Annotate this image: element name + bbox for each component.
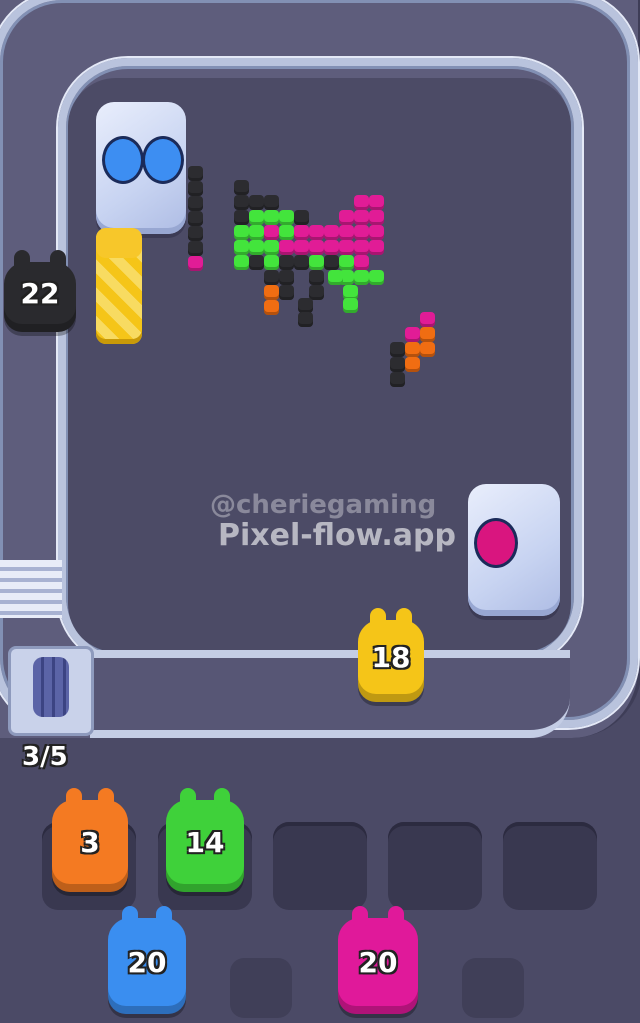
pixel-block [324, 225, 339, 240]
pixel-block [264, 195, 279, 210]
shooter-ear [66, 788, 82, 808]
pixel-block [309, 255, 324, 270]
pixel-block [390, 342, 405, 357]
pixel-block [354, 255, 369, 270]
slot-shooter-count: 3 [80, 826, 100, 860]
queue-shooter-magenta[interactable]: 20 [338, 906, 418, 1014]
shooter-ear [214, 788, 230, 808]
pixel-block [249, 225, 264, 240]
queue-shooter-blue[interactable]: 20 [108, 906, 186, 1014]
pixel-block [328, 270, 343, 285]
pixel-block [294, 240, 309, 255]
slot-shooter-count: 14 [185, 826, 225, 860]
pixel-block [249, 195, 264, 210]
shooter-ear [98, 788, 114, 808]
pixel-block [249, 255, 264, 270]
pixel-block [188, 256, 203, 271]
slot-5[interactable] [503, 822, 597, 910]
pixel-block [354, 270, 369, 285]
pixel-block [339, 210, 354, 225]
pixel-block [354, 210, 369, 225]
pixel-block [294, 255, 309, 270]
pixel-block [188, 211, 203, 226]
queue-counter: 3/5 [22, 742, 68, 772]
pixel-block [264, 270, 279, 285]
queue-shooter-count: 20 [127, 946, 167, 980]
pixel-block [324, 255, 339, 270]
pixel-block [264, 255, 279, 270]
pixel-block [279, 270, 294, 285]
pixel-block [309, 240, 324, 255]
pixel-block [298, 298, 313, 313]
pixel-block [234, 225, 249, 240]
pixel-block [390, 357, 405, 372]
pixel-block [339, 255, 354, 270]
pixel-block [369, 270, 384, 285]
pixel-block [188, 181, 203, 196]
pixel-block [264, 285, 279, 300]
watermark-site: Pixel-flow.app [218, 518, 456, 553]
pixel-block [264, 300, 279, 315]
pixel-block [390, 372, 405, 387]
pixel-block [309, 270, 324, 285]
pixel-block [343, 298, 358, 313]
pixel-block [279, 255, 294, 270]
pixel-block [234, 240, 249, 255]
queue-placeholder [462, 958, 524, 1018]
shooter-ear [122, 906, 138, 926]
pixel-block [405, 357, 420, 372]
pixel-block [354, 195, 369, 210]
queue-shooter-count: 20 [358, 946, 398, 980]
pixel-block [264, 240, 279, 255]
pixel-block [354, 240, 369, 255]
pixel-block [249, 210, 264, 225]
pixel-block [188, 226, 203, 241]
pixel-block [405, 342, 420, 357]
pixel-block [279, 225, 294, 240]
slot-shooter-green[interactable]: 14 [166, 788, 244, 892]
pixel-block [420, 312, 435, 327]
queue-placeholder [230, 958, 292, 1018]
pixel-block [420, 327, 435, 342]
pixel-block [188, 241, 203, 256]
pixel-block [234, 210, 249, 225]
pixel-block [249, 240, 264, 255]
pixel-block [309, 225, 324, 240]
pixel-block [279, 285, 294, 300]
pixel-block [294, 225, 309, 240]
shooter-ear [352, 906, 368, 926]
pixel-block [264, 225, 279, 240]
shooter-ear [388, 906, 404, 926]
pixel-block [294, 210, 309, 225]
slot-3[interactable] [273, 822, 367, 910]
pixel-block [324, 240, 339, 255]
pixel-block [279, 240, 294, 255]
slot-4[interactable] [388, 822, 482, 910]
pixel-block [369, 240, 384, 255]
pixel-block [188, 166, 203, 181]
slot-shooter-orange[interactable]: 3 [52, 788, 128, 892]
pixel-block [188, 196, 203, 211]
pixel-block [354, 225, 369, 240]
pixel-block [234, 195, 249, 210]
pixel-block [369, 225, 384, 240]
pixel-block [234, 180, 249, 195]
pixel-block [264, 210, 279, 225]
pixel-block [420, 342, 435, 357]
pixel-block [369, 195, 384, 210]
pixel-block [339, 225, 354, 240]
shooter-ear [180, 788, 196, 808]
pixel-block [339, 240, 354, 255]
pixel-block [279, 210, 294, 225]
pixel-block [298, 312, 313, 327]
shooter-ear [156, 906, 172, 926]
pixel-art [0, 0, 640, 740]
pixel-block [369, 210, 384, 225]
pixel-block [234, 255, 249, 270]
watermark-handle: @cheriegaming [210, 490, 437, 520]
pixel-block [405, 327, 420, 342]
